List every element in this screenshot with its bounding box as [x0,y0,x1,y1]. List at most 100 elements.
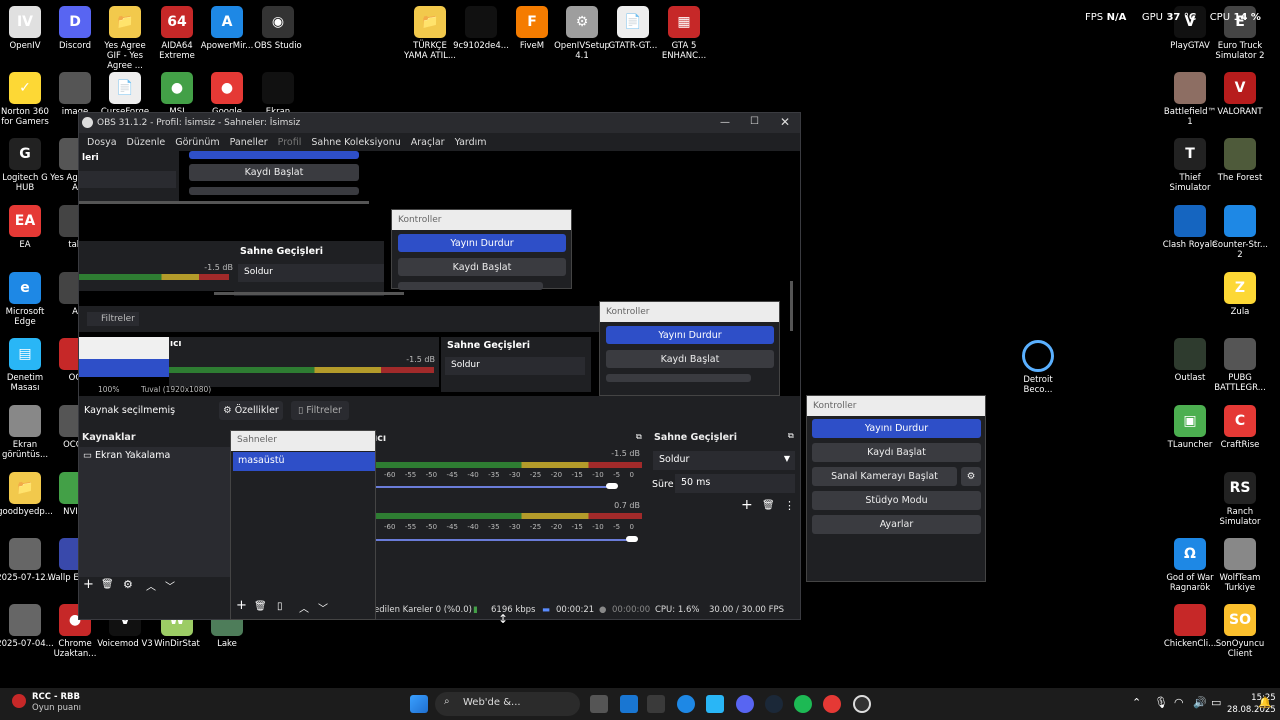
menu-item[interactable]: Paneller [230,137,268,148]
desktop-icon[interactable]: Ekran [249,72,307,117]
notification-icon[interactable]: 🔔 [1258,696,1272,709]
maximize-icon[interactable]: ☐ [750,116,759,127]
volume-icon[interactable]: 🔊 [1193,696,1207,709]
nested-meter-2 [169,367,434,373]
more-icon[interactable]: ⋮ [784,499,795,512]
app-icon[interactable] [677,695,695,713]
scene-up-icon[interactable]: ︿ [299,600,309,615]
cpu-label: CPU [1209,12,1231,23]
obs-window[interactable]: OBS 31.1.2 - Profil: İsimsiz - Sahneler:… [78,112,801,620]
remove-transition-icon[interactable]: 🗑 [762,500,775,511]
nested-blue-box [79,359,169,377]
controls-dock[interactable]: Kontroller Yayını Durdur Kaydı Başlat Sa… [806,395,986,582]
duration-input[interactable]: 50 ms [675,474,795,493]
nested-stop-button-2: Yayını Durdur [606,326,774,344]
desktop-icon[interactable]: ▦ GTA 5 ENHANC... [655,6,713,61]
spotify-icon[interactable] [794,695,812,713]
desktop-icon[interactable]: ⚙ OpenIVSetup 4.1 [553,6,611,61]
start-record-button[interactable]: Kaydı Başlat [812,443,981,462]
settings-button[interactable]: Ayarlar [812,515,981,534]
desktop-icon[interactable]: PUBG BATTLEGR... [1211,338,1269,393]
virtual-camera-button[interactable]: Sanal Kamerayı Başlat [812,467,957,486]
obs-taskbar-icon[interactable] [853,695,871,713]
discord-taskbar-icon[interactable] [736,695,754,713]
nested-record-button-2: Kaydı Başlat [398,258,566,276]
remove-source-icon[interactable]: 🗑 [101,579,114,590]
track2-slider[interactable] [374,539,636,541]
desktop-icon[interactable]: 📁 Yes Agree GIF - Yes Agree ... [96,6,154,71]
mixer-menu-icon[interactable]: ⧉ [636,432,642,442]
add-source-icon[interactable]: + [83,577,94,592]
tick-label: -15 [571,523,583,531]
wifi-icon[interactable]: ◠ [1174,696,1184,709]
desktop-icon-detroit[interactable]: Detroit Beco... [1009,340,1067,395]
filters-button[interactable]: ▯ Filtreler [291,401,349,420]
source-item[interactable]: ▭ Ekran Yakalama [83,450,170,461]
stop-stream-button[interactable]: Yayını Durdur [812,419,981,438]
app-icon: 📄 [109,72,141,104]
desktop-icon[interactable]: 📄CurseForge [96,72,154,117]
app-icon [1174,338,1206,370]
source-settings-icon[interactable]: ⚙ [123,578,133,591]
menu-item[interactable]: Araçlar [411,137,445,148]
desktop-icon-label: Euro Truck Simulator 2 [1215,41,1265,61]
desktop-icon[interactable]: WolfTeam Turkiye [1211,538,1269,593]
chrome-taskbar-icon[interactable] [823,695,841,713]
move-up-icon[interactable]: ︿ [146,578,156,593]
microphone-icon[interactable]: 🎙 [1154,696,1168,709]
scene-filter-icon[interactable]: ▯ [277,601,283,612]
scene-item[interactable]: masaüstü [233,452,375,471]
virtual-camera-settings-button[interactable]: ⚙ [961,467,981,486]
menu-item[interactable]: Düzenle [127,137,166,148]
scene-down-icon[interactable]: ﹀ [318,600,328,615]
menu-item[interactable]: Dosya [87,137,117,148]
properties-button[interactable]: ⚙ Özellikler [219,401,283,420]
track1-slider-knob[interactable] [606,483,618,489]
photos-icon[interactable] [706,695,724,713]
desktop-icon[interactable]: SO SonOyuncu Client [1211,604,1269,659]
windows-start-icon[interactable] [410,695,428,713]
menu-item[interactable]: Sahne Koleksiyonu [311,137,400,148]
rcc-widget[interactable]: RCC - RBB Oyun puanı [12,692,81,714]
obs-titlebar[interactable]: OBS 31.1.2 - Profil: İsimsiz - Sahneler:… [79,113,800,133]
desktop-icon[interactable]: ◉ OBS Studio [249,6,307,51]
remove-scene-icon[interactable]: 🗑 [254,601,267,612]
search-box[interactable]: ⌕ Web'de &... [435,692,580,716]
transition-select[interactable]: Soldur ▼ [653,451,795,470]
desktop-icon[interactable]: The Forest [1211,138,1269,183]
menu-item[interactable]: Görünüm [175,137,219,148]
nested-vcam-button-2 [398,282,543,290]
nested-mixer-2: ıcı -1.5 dB [169,337,439,387]
preview-canvas[interactable]: leri Kaydı Başlat -1.5 dB Sahne Geçişler… [79,151,800,396]
desktop-icon[interactable]: Counter-Str... 2 [1211,205,1269,260]
tick-label: -25 [529,471,542,479]
track1-slider[interactable] [374,486,614,488]
desktop-icon[interactable]: A ApowerMir... [198,6,256,51]
studio-mode-button[interactable]: Stüdyo Modu [812,491,981,510]
minimize-icon[interactable]: — [720,117,730,128]
move-down-icon[interactable]: ﹀ [165,578,175,593]
desktop-icon[interactable]: V VALORANT [1211,72,1269,117]
close-icon[interactable]: ✕ [780,115,790,129]
desktop-icon[interactable]: 9c9102de4... [452,6,510,51]
scenes-dock[interactable]: Sahneler masaüstü + 🗑 ▯ ︿ ﹀ [230,430,376,620]
menu-item[interactable]: Profil [278,137,302,148]
desktop-icon[interactable]: RS Ranch Simulator [1211,472,1269,527]
desktop-icon[interactable]: ●Google [198,72,256,117]
chevron-up-icon[interactable]: ⌃ [1132,696,1141,709]
outlook-icon[interactable] [620,695,638,713]
desktop-icon[interactable]: 📄 GTATR-GT... [604,6,662,51]
steam-icon[interactable] [765,695,783,713]
add-scene-icon[interactable]: + [236,598,247,613]
desktop-icon[interactable]: Z Zula [1211,272,1269,317]
task-view-icon[interactable] [590,695,608,713]
transitions-menu-icon[interactable]: ⧉ [788,431,794,441]
track2-slider-knob[interactable] [626,536,638,542]
add-transition-icon[interactable]: + [741,497,753,513]
desktop-icon[interactable]: C CraftRise [1211,405,1269,450]
store-icon[interactable] [647,695,665,713]
track1-db: -1.5 dB [611,449,640,458]
menu-item[interactable]: Yardım [455,137,487,148]
desktop-icon[interactable]: 📁 TÜRKÇE YAMA ATIL... [401,6,459,61]
battery-icon[interactable]: ▭ [1211,696,1221,709]
